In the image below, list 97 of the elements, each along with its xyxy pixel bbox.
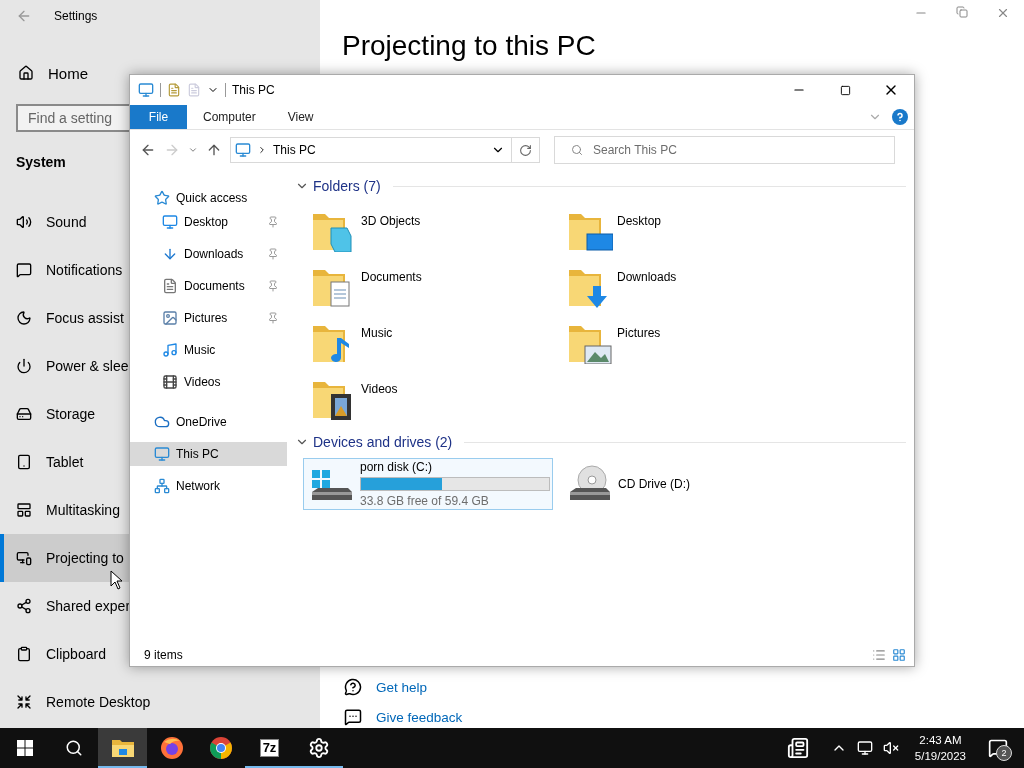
nav-item[interactable]: Remote Desktop bbox=[0, 678, 151, 726]
power-icon bbox=[16, 358, 32, 374]
cloud-icon bbox=[154, 414, 170, 430]
multitasking-icon bbox=[16, 502, 32, 518]
group-title: Folders (7) bbox=[313, 178, 381, 194]
search-field[interactable]: Find a setting bbox=[16, 104, 129, 132]
nav-item[interactable]: Projecting to bbox=[0, 534, 129, 582]
network-icon[interactable] bbox=[856, 740, 873, 756]
windows-start-icon[interactable] bbox=[16, 740, 33, 756]
nav-item[interactable]: Multitasking bbox=[0, 486, 129, 534]
nav-pane-item[interactable]: Downloads bbox=[130, 242, 287, 266]
search-icon bbox=[571, 144, 583, 156]
computer-icon bbox=[235, 142, 251, 158]
storage-icon bbox=[16, 406, 32, 422]
status-text: 9 items bbox=[144, 648, 183, 662]
recent-icon[interactable] bbox=[188, 145, 198, 155]
window-title: Settings bbox=[54, 9, 98, 23]
nav-pane-item[interactable]: OneDrive bbox=[130, 410, 287, 434]
folder-name[interactable]: Videos bbox=[361, 374, 398, 396]
search-field[interactable]: Search This PC bbox=[554, 136, 895, 164]
refresh-icon[interactable] bbox=[519, 143, 532, 157]
ribbon-tab[interactable]: View bbox=[271, 105, 330, 129]
breadcrumb-chevron-icon[interactable] bbox=[257, 145, 267, 155]
nav-item[interactable]: Shared exper bbox=[0, 582, 131, 630]
feedback-icon bbox=[344, 708, 362, 726]
drive-tile[interactable]: CD Drive (D:) bbox=[561, 458, 811, 510]
nav-item[interactable]: Power & slee bbox=[0, 342, 129, 390]
ribbon-tab[interactable]: Computer bbox=[187, 105, 272, 129]
chrome-icon bbox=[208, 736, 233, 760]
up-icon[interactable] bbox=[206, 142, 222, 158]
folder-name[interactable]: Desktop bbox=[617, 206, 662, 228]
news-icon[interactable] bbox=[786, 737, 809, 759]
folder-name[interactable]: Music bbox=[361, 318, 393, 340]
home-link[interactable]: Home bbox=[48, 64, 88, 82]
folder-name[interactable]: Pictures bbox=[617, 318, 661, 340]
folder-name[interactable]: Downloads bbox=[617, 262, 677, 284]
pc-icon bbox=[154, 446, 170, 462]
music-icon bbox=[162, 342, 178, 358]
notifications-icon bbox=[16, 262, 32, 278]
notification-icon[interactable] bbox=[988, 738, 1008, 758]
desktop-icon bbox=[162, 214, 178, 230]
home-icon bbox=[18, 65, 34, 81]
sound-icon bbox=[16, 214, 32, 230]
focus-icon bbox=[16, 310, 32, 326]
downloads-icon bbox=[162, 246, 178, 262]
clipboard-icon bbox=[16, 646, 32, 662]
maximize-icon[interactable] bbox=[839, 84, 851, 96]
nav-item[interactable]: Storage bbox=[0, 390, 129, 438]
help-icon bbox=[344, 678, 362, 696]
pictures-icon bbox=[162, 310, 178, 326]
taskbar-app[interactable]: 7z bbox=[245, 728, 294, 768]
folder-icon bbox=[110, 738, 135, 758]
computer-icon bbox=[138, 82, 154, 98]
nav-pane-item[interactable]: Pictures bbox=[130, 306, 287, 330]
volume-muted-icon[interactable] bbox=[882, 740, 899, 756]
nav-item[interactable]: Clipboard bbox=[0, 630, 129, 678]
nav-pane-item[interactable]: Quick access bbox=[130, 186, 287, 210]
folder-name[interactable]: Documents bbox=[361, 262, 422, 284]
clock[interactable]: 2:43 AM 5/19/2023 bbox=[908, 732, 972, 764]
nav-item[interactable]: Sound bbox=[0, 198, 129, 246]
notification-badge: 2 bbox=[996, 745, 1012, 761]
nav-pane-item[interactable]: Desktop bbox=[130, 210, 287, 234]
nav-pane-item[interactable]: This PC bbox=[130, 442, 287, 466]
search-icon[interactable] bbox=[64, 739, 83, 757]
projecting-icon bbox=[16, 550, 32, 566]
tablet-icon bbox=[16, 454, 32, 470]
ribbon-tab[interactable]: File bbox=[130, 105, 187, 129]
cursor-icon bbox=[110, 570, 124, 590]
videos-icon bbox=[162, 374, 178, 390]
help-link[interactable]: Give feedback bbox=[376, 709, 463, 725]
group-title: Devices and drives (2) bbox=[313, 434, 453, 450]
network-icon bbox=[154, 478, 170, 494]
page-heading: Projecting to this PC bbox=[342, 30, 596, 62]
seven-zip-icon: 7z bbox=[259, 739, 280, 757]
taskbar-app[interactable] bbox=[98, 728, 147, 768]
nav-item[interactable]: Notifications bbox=[0, 246, 129, 294]
settings-icon bbox=[307, 737, 330, 759]
tiles-view-icon[interactable] bbox=[892, 648, 906, 662]
documents-icon bbox=[162, 278, 178, 294]
shared-icon bbox=[16, 598, 32, 614]
back-icon[interactable] bbox=[140, 142, 156, 158]
section-title: System bbox=[16, 154, 66, 170]
remote-icon bbox=[16, 694, 32, 710]
nav-pane-item[interactable]: Videos bbox=[130, 370, 287, 394]
nav-pane-item[interactable]: Music bbox=[130, 338, 287, 362]
folder-name[interactable]: 3D Objects bbox=[361, 206, 421, 228]
help-link[interactable]: Get help bbox=[376, 679, 428, 695]
nav-pane-item[interactable]: Network bbox=[130, 474, 287, 498]
address-bar[interactable]: This PC bbox=[230, 137, 512, 163]
nav-item[interactable]: Focus assist bbox=[0, 294, 129, 342]
help-icon[interactable] bbox=[892, 109, 908, 125]
nav-pane-item[interactable]: Documents bbox=[130, 274, 287, 298]
firefox-icon bbox=[159, 736, 184, 760]
drive-tile[interactable]: porn disk (C:) 33.8 GB free of 59.4 GB bbox=[303, 458, 553, 510]
window-title: This PC bbox=[232, 83, 275, 97]
nav-item[interactable]: Tablet bbox=[0, 438, 129, 486]
star-icon bbox=[154, 190, 170, 206]
